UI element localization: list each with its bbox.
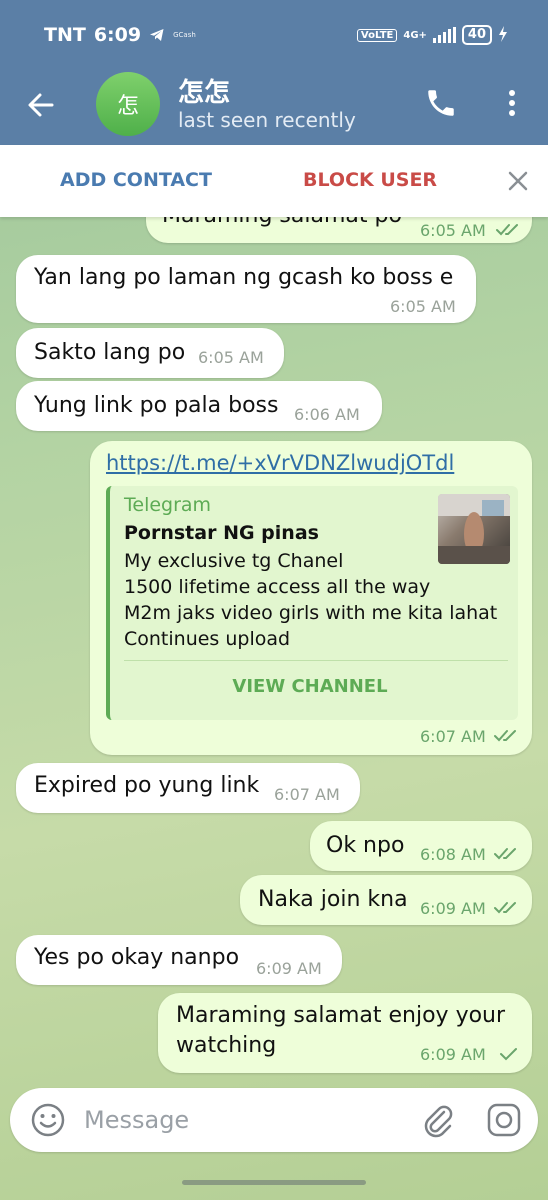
preview-description-line: M2m jaks video girls with me kita lahat (124, 602, 498, 624)
message-text-line: watching (176, 1033, 277, 1058)
double-check-icon (494, 730, 516, 742)
message-bubble-outgoing[interactable]: Maraming salamat po 6:05 AM (146, 217, 532, 243)
preview-site-name: Telegram (124, 494, 212, 516)
preview-title: Pornstar NG pinas (124, 522, 319, 544)
chat-title[interactable]: 怎怎 (178, 72, 230, 109)
preview-thumbnail[interactable] (438, 494, 510, 564)
paperclip-icon (424, 1105, 453, 1138)
message-composer (10, 1088, 538, 1152)
message-list[interactable]: Maraming salamat po 6:05 AM Yan lang po … (0, 217, 548, 1087)
more-options-button[interactable] (500, 86, 524, 120)
message-text-line: Maraming salamat enjoy your (176, 1003, 506, 1028)
call-button[interactable] (424, 86, 458, 120)
message-bubble-outgoing[interactable]: Ok npo 6:08 AM (310, 821, 532, 871)
clock: 6:09 (93, 24, 142, 46)
message-link[interactable]: https://t.me/+xVrVDNZlwudjOTdl (106, 451, 454, 475)
message-time: 6:09 AM (256, 959, 322, 978)
message-time: 6:05 AM (198, 348, 264, 367)
attach-button[interactable] (420, 1102, 456, 1138)
status-left: TNT 6:09 GCash (44, 24, 196, 46)
status-bar: TNT 6:09 GCash VoLTE 4G+ 40 (0, 0, 548, 70)
message-text: Maraming salamat po (162, 217, 402, 228)
message-bubble-incoming[interactable]: Expired po yung link 6:07 AM (16, 763, 360, 813)
gcash-notification-label: GCash (173, 31, 196, 39)
message-text: Expired po yung link (34, 773, 260, 798)
message-text: Yan lang po laman ng gcash ko boss e (34, 265, 454, 290)
camera-button[interactable] (486, 1102, 522, 1138)
chat-header: 怎 怎怎 last seen recently (0, 70, 548, 145)
smiley-icon (31, 1103, 65, 1137)
message-time: 6:05 AM (420, 221, 486, 240)
message-time: 6:05 AM (390, 297, 456, 316)
close-action-bar-button[interactable] (506, 169, 530, 193)
message-bubble-incoming[interactable]: Yes po okay nanpo 6:09 AM (16, 935, 342, 985)
more-vertical-icon (509, 90, 515, 116)
double-check-icon (494, 848, 516, 860)
message-text: Yes po okay nanpo (34, 945, 240, 970)
arrow-left-icon (28, 93, 54, 117)
add-contact-button[interactable]: ADD CONTACT (60, 169, 212, 191)
avatar[interactable]: 怎 (96, 72, 160, 136)
link-preview[interactable]: Telegram Pornstar NG pinas My exclusive … (106, 486, 518, 720)
carrier-label: TNT (44, 24, 86, 46)
message-time: 6:09 AM (420, 1045, 486, 1064)
message-time: 6:07 AM (420, 727, 486, 746)
preview-description-line: Continues upload (124, 628, 291, 650)
check-icon (500, 1048, 517, 1061)
charging-icon (498, 25, 508, 45)
home-indicator[interactable] (182, 1180, 366, 1185)
message-bubble-outgoing[interactable]: Naka join kna 6:09 AM (240, 875, 532, 925)
close-icon (508, 171, 528, 191)
volte-badge: VoLTE (356, 28, 398, 42)
network-type: 4G+ (403, 29, 427, 41)
battery-icon: 40 (461, 25, 492, 45)
last-seen-status: last seen recently (178, 108, 356, 132)
message-input[interactable] (84, 1100, 404, 1140)
phone-icon (428, 90, 454, 116)
view-channel-button[interactable]: VIEW CHANNEL (110, 676, 510, 697)
status-right: VoLTE 4G+ 40 (356, 25, 508, 45)
preview-divider (124, 660, 508, 661)
preview-description-line: 1500 lifetime access all the way (124, 576, 431, 598)
message-time: 6:09 AM (420, 899, 486, 918)
message-text: Ok npo (326, 833, 405, 858)
signal-icon (432, 27, 456, 43)
back-button[interactable] (24, 88, 58, 122)
message-bubble-outgoing[interactable]: Maraming salamat enjoy your watching 6:0… (158, 993, 532, 1073)
message-bubble-outgoing-link[interactable]: https://t.me/+xVrVDNZlwudjOTdl Telegram … (90, 441, 532, 755)
message-time: 6:07 AM (274, 785, 340, 804)
message-bubble-incoming[interactable]: Sakto lang po 6:05 AM (16, 328, 284, 378)
contact-action-bar: ADD CONTACT BLOCK USER (0, 145, 548, 217)
double-check-icon (496, 224, 518, 236)
block-user-button[interactable]: BLOCK USER (303, 169, 437, 191)
message-text: Sakto lang po (34, 340, 186, 365)
message-bubble-incoming[interactable]: Yung link po pala boss 6:06 AM (16, 381, 382, 431)
double-check-icon (494, 902, 516, 914)
emoji-button[interactable] (30, 1102, 66, 1138)
message-text: Naka join kna (258, 887, 408, 912)
message-time: 6:08 AM (420, 845, 486, 864)
message-text: Yung link po pala boss (34, 393, 279, 418)
message-bubble-incoming[interactable]: Yan lang po laman ng gcash ko boss e 6:0… (16, 255, 476, 323)
message-time: 6:06 AM (294, 405, 360, 424)
telegram-notification-icon (149, 27, 165, 43)
camera-icon (487, 1103, 521, 1137)
